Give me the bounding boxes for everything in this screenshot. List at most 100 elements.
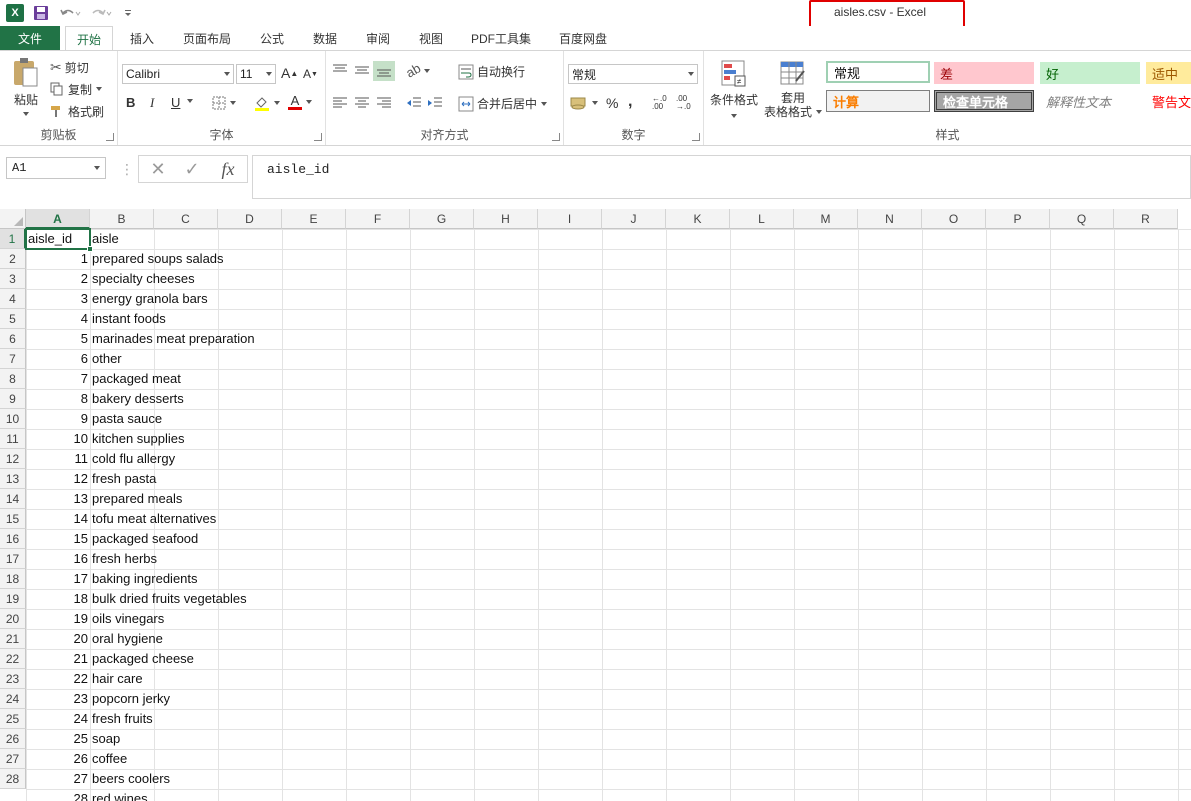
align-center-button[interactable]: [354, 96, 370, 110]
font-color-button[interactable]: A: [288, 94, 312, 110]
tab-review[interactable]: 审阅: [356, 26, 400, 50]
cell-b2[interactable]: prepared soups salads: [90, 249, 226, 269]
cell-b20[interactable]: oils vinegars: [90, 609, 166, 629]
row-header-16[interactable]: 16: [0, 529, 26, 549]
cell-a3[interactable]: 2: [26, 269, 90, 289]
wrap-text-button[interactable]: 自动换行: [458, 63, 525, 80]
column-header-n[interactable]: N: [858, 209, 922, 229]
style-explanatory[interactable]: 解释性文本: [1040, 90, 1140, 112]
column-header-o[interactable]: O: [922, 209, 986, 229]
underline-button[interactable]: U: [171, 95, 180, 110]
tab-insert[interactable]: 插入: [120, 26, 164, 50]
column-header-g[interactable]: G: [410, 209, 474, 229]
cell-a5[interactable]: 4: [26, 309, 90, 329]
font-size-select[interactable]: 11: [236, 64, 276, 84]
tab-page-layout[interactable]: 页面布局: [175, 26, 239, 50]
orientation-button[interactable]: ab: [403, 60, 431, 81]
cell-b28[interactable]: beers coolers: [90, 769, 172, 789]
cell-a8[interactable]: 7: [26, 369, 90, 389]
excel-app-icon[interactable]: X: [4, 2, 26, 24]
cancel-edit-button[interactable]: ✕: [141, 156, 175, 182]
font-family-select[interactable]: Calibri: [122, 64, 234, 84]
cell-a29[interactable]: 28: [26, 789, 90, 801]
cell-a21[interactable]: 20: [26, 629, 90, 649]
bold-button[interactable]: B: [126, 95, 135, 110]
cut-button[interactable]: ✂ 剪切: [50, 57, 89, 77]
align-bottom-button[interactable]: [373, 61, 395, 81]
row-header-14[interactable]: 14: [0, 489, 26, 509]
cell-a24[interactable]: 23: [26, 689, 90, 709]
column-header-m[interactable]: M: [794, 209, 858, 229]
undo-button[interactable]: [56, 2, 84, 24]
underline-dropdown[interactable]: [183, 99, 193, 103]
cell-a4[interactable]: 3: [26, 289, 90, 309]
row-header-22[interactable]: 22: [0, 649, 26, 669]
cell-b13[interactable]: fresh pasta: [90, 469, 158, 489]
cell-a27[interactable]: 26: [26, 749, 90, 769]
cell-b19[interactable]: bulk dried fruits vegetables: [90, 589, 249, 609]
conditional-formatting-button[interactable]: ≠ 条件格式: [708, 59, 760, 118]
cell-b17[interactable]: fresh herbs: [90, 549, 159, 569]
cell-a14[interactable]: 13: [26, 489, 90, 509]
column-header-p[interactable]: P: [986, 209, 1050, 229]
column-header-a[interactable]: A: [26, 209, 90, 229]
redo-button[interactable]: [88, 2, 116, 24]
column-header-c[interactable]: C: [154, 209, 218, 229]
row-header-13[interactable]: 13: [0, 469, 26, 489]
row-header-27[interactable]: 27: [0, 749, 26, 769]
cell-a22[interactable]: 21: [26, 649, 90, 669]
cell-b29[interactable]: red wines: [90, 789, 150, 801]
paste-button[interactable]: 粘贴: [8, 57, 44, 123]
align-top-button[interactable]: [332, 63, 348, 77]
tab-baidu-netdisk[interactable]: 百度网盘: [550, 26, 616, 50]
row-header-19[interactable]: 19: [0, 589, 26, 609]
row-header-17[interactable]: 17: [0, 549, 26, 569]
number-launcher-icon[interactable]: [692, 133, 700, 141]
cell-b21[interactable]: oral hygiene: [90, 629, 165, 649]
cell-a2[interactable]: 1: [26, 249, 90, 269]
row-header-23[interactable]: 23: [0, 669, 26, 689]
row-header-9[interactable]: 9: [0, 389, 26, 409]
copy-button[interactable]: 复制: [50, 79, 103, 99]
cell-b4[interactable]: energy granola bars: [90, 289, 210, 309]
fill-color-button[interactable]: [254, 95, 280, 111]
cell-b7[interactable]: other: [90, 349, 124, 369]
style-good[interactable]: 好: [1040, 62, 1140, 84]
cell-a11[interactable]: 10: [26, 429, 90, 449]
row-header-2[interactable]: 2: [0, 249, 26, 269]
cell-b24[interactable]: popcorn jerky: [90, 689, 172, 709]
increase-indent-button[interactable]: [427, 96, 443, 110]
cell-a6[interactable]: 5: [26, 329, 90, 349]
cell-a23[interactable]: 22: [26, 669, 90, 689]
row-header-26[interactable]: 26: [0, 729, 26, 749]
style-warning[interactable]: 警告文: [1146, 90, 1191, 112]
column-header-l[interactable]: L: [730, 209, 794, 229]
row-header-4[interactable]: 4: [0, 289, 26, 309]
confirm-edit-button[interactable]: ✓: [175, 156, 209, 182]
cell-b12[interactable]: cold flu allergy: [90, 449, 177, 469]
insert-function-button[interactable]: fx: [211, 156, 245, 182]
cell-b22[interactable]: packaged cheese: [90, 649, 196, 669]
clipboard-launcher-icon[interactable]: [106, 133, 114, 141]
number-format-select[interactable]: 常规: [568, 64, 698, 84]
cell-b3[interactable]: specialty cheeses: [90, 269, 197, 289]
row-header-8[interactable]: 8: [0, 369, 26, 389]
percent-button[interactable]: %: [606, 95, 618, 111]
decrease-indent-button[interactable]: [406, 96, 422, 110]
row-header-5[interactable]: 5: [0, 309, 26, 329]
merge-center-button[interactable]: 合并后居中: [458, 95, 548, 112]
column-header-j[interactable]: J: [602, 209, 666, 229]
save-button[interactable]: [30, 2, 52, 24]
cell-b16[interactable]: packaged seafood: [90, 529, 200, 549]
cell-a28[interactable]: 27: [26, 769, 90, 789]
format-painter-button[interactable]: 格式刷: [50, 101, 104, 121]
cell-a12[interactable]: 11: [26, 449, 90, 469]
row-header-24[interactable]: 24: [0, 689, 26, 709]
tab-pdf-tools[interactable]: PDF工具集: [462, 26, 540, 50]
cell-a25[interactable]: 24: [26, 709, 90, 729]
cell-area[interactable]: aisle_id aisle 1 prepared soups salads 2 spec…: [25, 228, 1191, 801]
cell-b15[interactable]: tofu meat alternatives: [90, 509, 218, 529]
tab-data[interactable]: 数据: [303, 26, 347, 50]
row-header-10[interactable]: 10: [0, 409, 26, 429]
cell-b25[interactable]: fresh fruits: [90, 709, 155, 729]
